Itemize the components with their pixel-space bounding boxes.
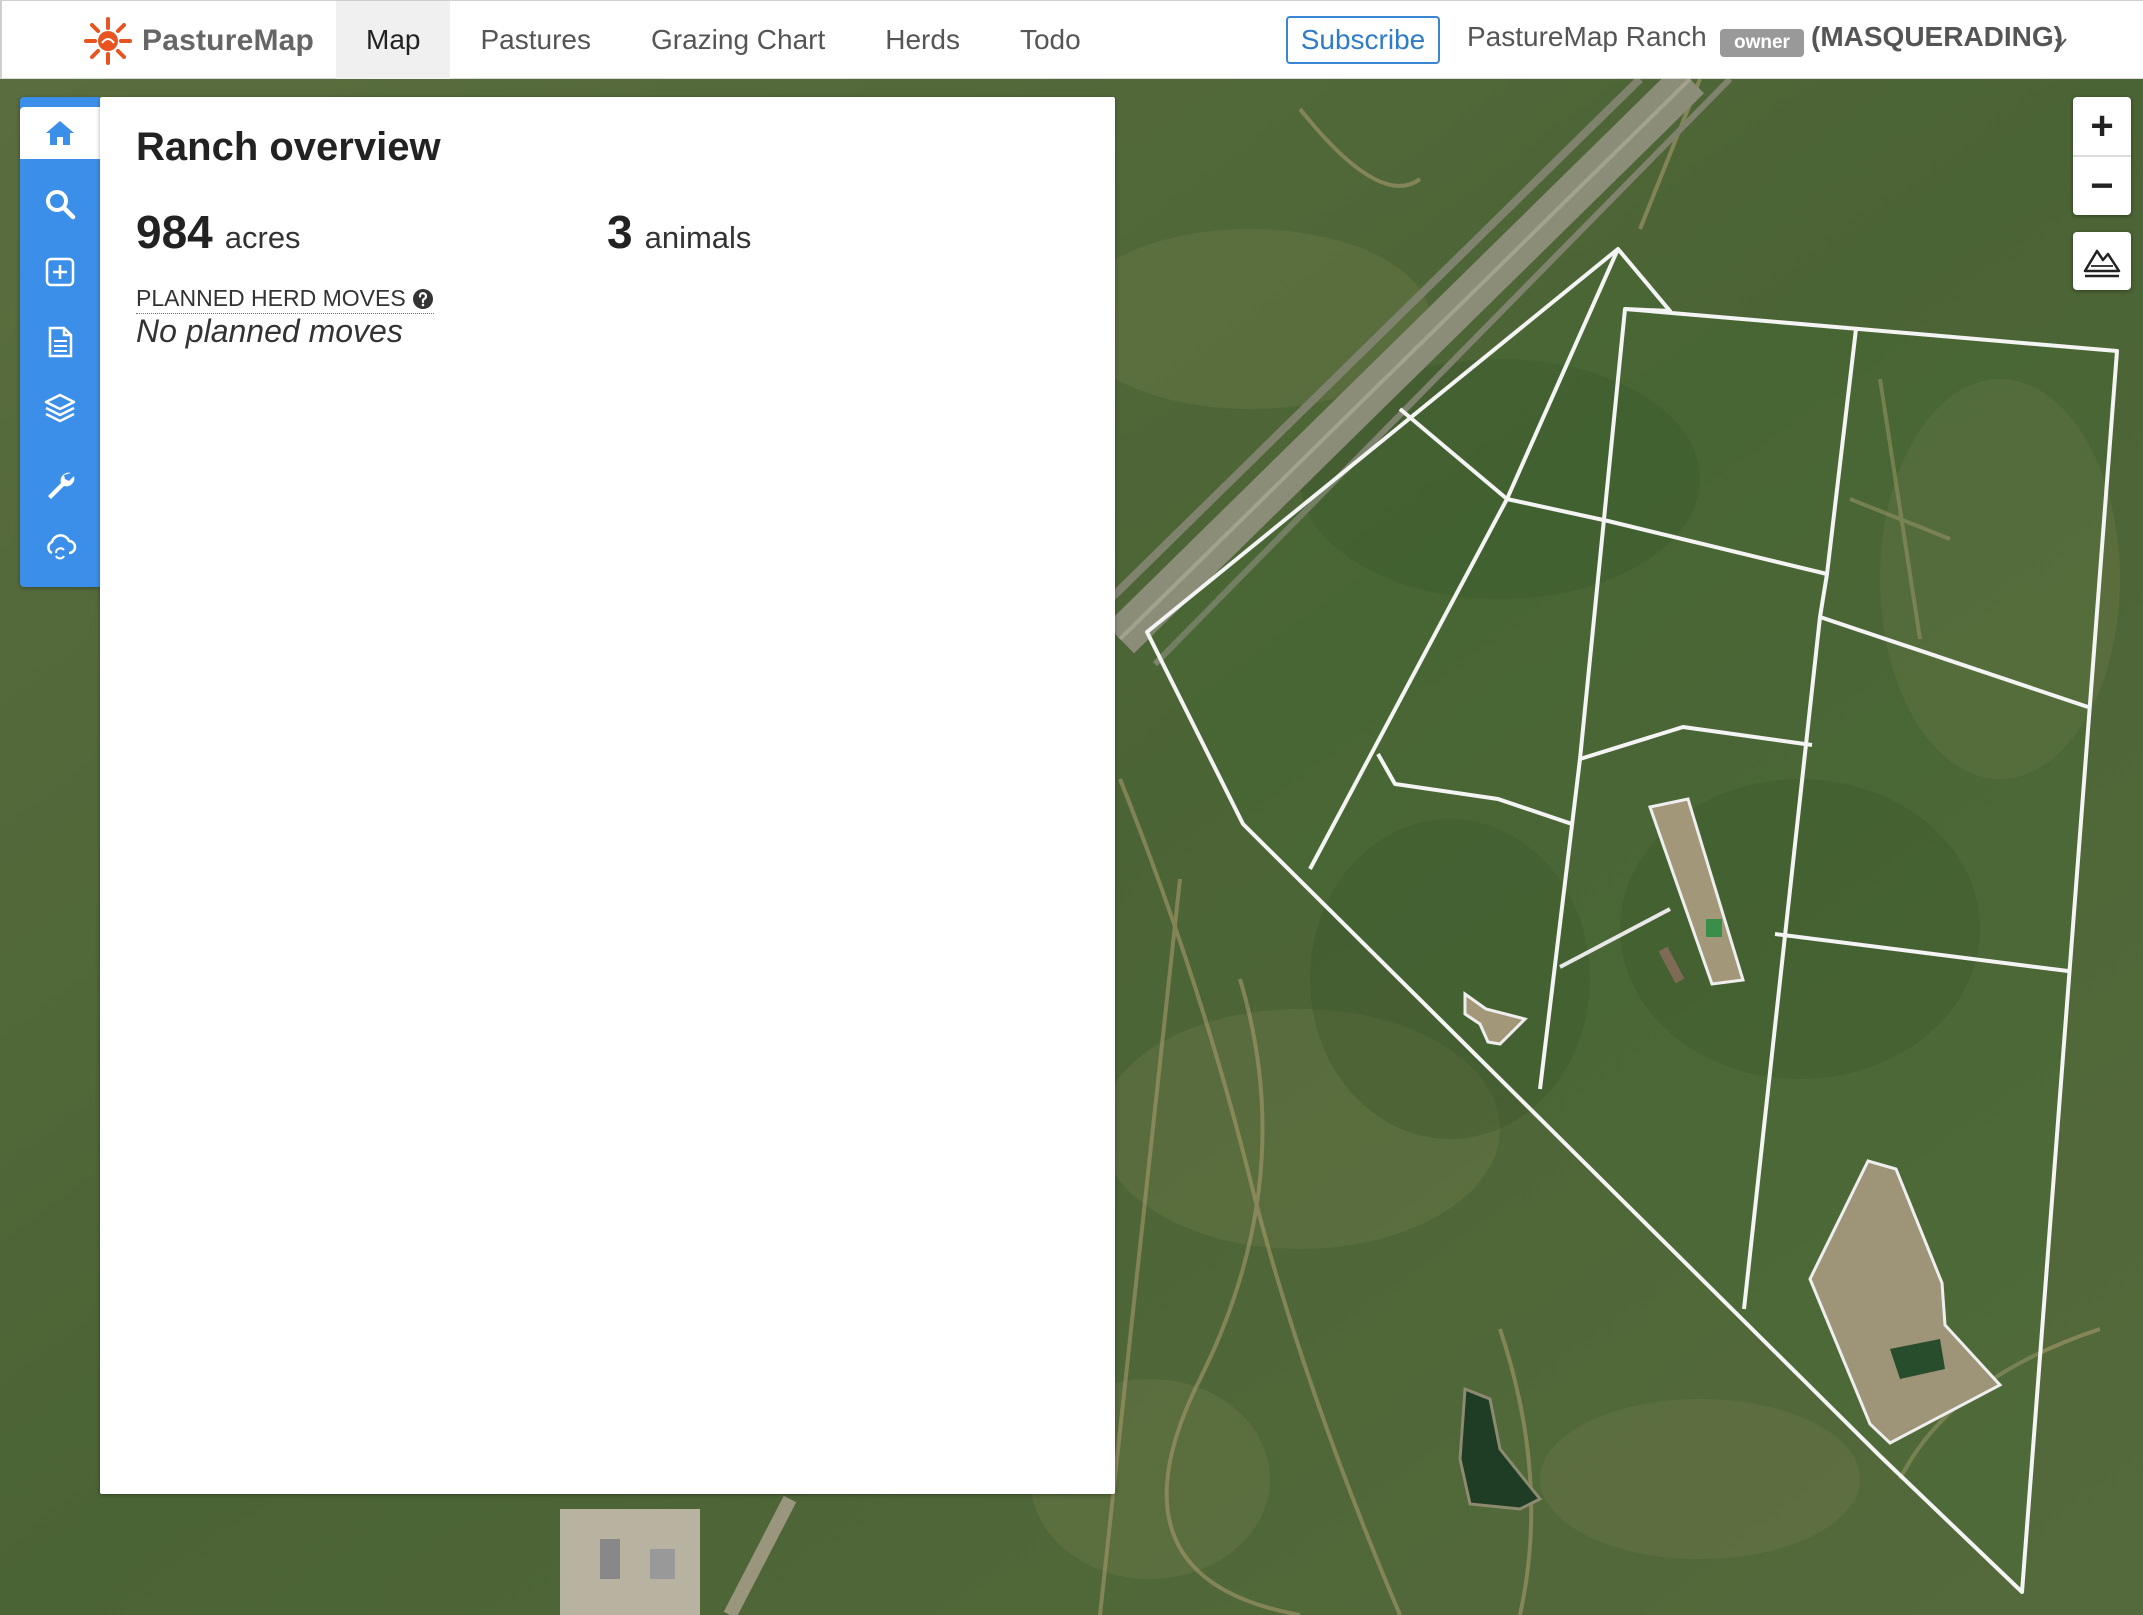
map-tool-strip bbox=[20, 97, 100, 587]
zoom-out-button[interactable]: − bbox=[2073, 157, 2131, 215]
terrain-icon bbox=[2083, 249, 2121, 278]
top-navigation-bar: PastureMap Map Pastures Grazing Chart Herds… bbox=[0, 0, 2143, 79]
chevron-down-icon[interactable] bbox=[2054, 35, 2068, 49]
wrench-icon bbox=[48, 472, 75, 499]
report-tool-button[interactable] bbox=[20, 311, 100, 373]
zoom-control: + − bbox=[2073, 97, 2131, 215]
add-square-icon bbox=[45, 257, 75, 287]
zoom-in-button[interactable]: + bbox=[2073, 97, 2131, 155]
home-icon bbox=[46, 121, 74, 145]
acres-stat: 984 acres bbox=[136, 205, 301, 259]
ranch-name[interactable]: PastureMap Ranch bbox=[1467, 21, 1707, 53]
nav-herds[interactable]: Herds bbox=[855, 1, 990, 79]
planned-herd-moves-text: PLANNED HERD MOVES bbox=[136, 285, 406, 311]
nav-todo[interactable]: Todo bbox=[990, 1, 1111, 79]
subscribe-button[interactable]: Subscribe bbox=[1286, 16, 1440, 64]
animals-value: 3 bbox=[607, 206, 633, 258]
layers-icon bbox=[44, 393, 76, 423]
main-nav: Map Pastures Grazing Chart Herds Todo bbox=[336, 1, 1111, 79]
layers-tool-button[interactable] bbox=[20, 377, 100, 439]
panel-title: Ranch overview bbox=[136, 125, 441, 169]
no-planned-moves-text: No planned moves bbox=[136, 313, 403, 349]
sync-tool-button[interactable] bbox=[20, 515, 100, 577]
animals-unit: animals bbox=[644, 220, 752, 255]
home-tool-button[interactable] bbox=[20, 107, 100, 159]
acres-value: 984 bbox=[136, 206, 213, 258]
terrain-toggle-button[interactable] bbox=[2073, 232, 2131, 290]
cloud-sync-icon bbox=[47, 534, 77, 560]
role-badge: owner bbox=[1720, 29, 1804, 57]
settings-tool-button[interactable] bbox=[20, 453, 100, 515]
animals-stat: 3 animals bbox=[607, 205, 751, 259]
ranch-overview-panel: Ranch overview 984 acres 3 animals PLANN… bbox=[100, 97, 1115, 1494]
masquerading-label[interactable]: (MASQUERADING) bbox=[1811, 21, 2063, 53]
search-icon bbox=[46, 190, 76, 220]
acres-unit: acres bbox=[224, 220, 301, 255]
nav-pastures[interactable]: Pastures bbox=[450, 1, 621, 79]
add-tool-button[interactable] bbox=[20, 241, 100, 303]
question-circle-icon[interactable] bbox=[412, 288, 434, 310]
brand-logo-link[interactable]: PastureMap bbox=[82, 15, 314, 67]
planned-herd-moves-label[interactable]: PLANNED HERD MOVES bbox=[136, 285, 434, 314]
sun-logo-icon bbox=[84, 17, 132, 65]
document-icon bbox=[48, 326, 73, 358]
nav-map[interactable]: Map bbox=[336, 1, 451, 79]
nav-grazing-chart[interactable]: Grazing Chart bbox=[621, 1, 855, 79]
search-tool-button[interactable] bbox=[20, 173, 100, 235]
brand-name: PastureMap bbox=[142, 24, 315, 57]
